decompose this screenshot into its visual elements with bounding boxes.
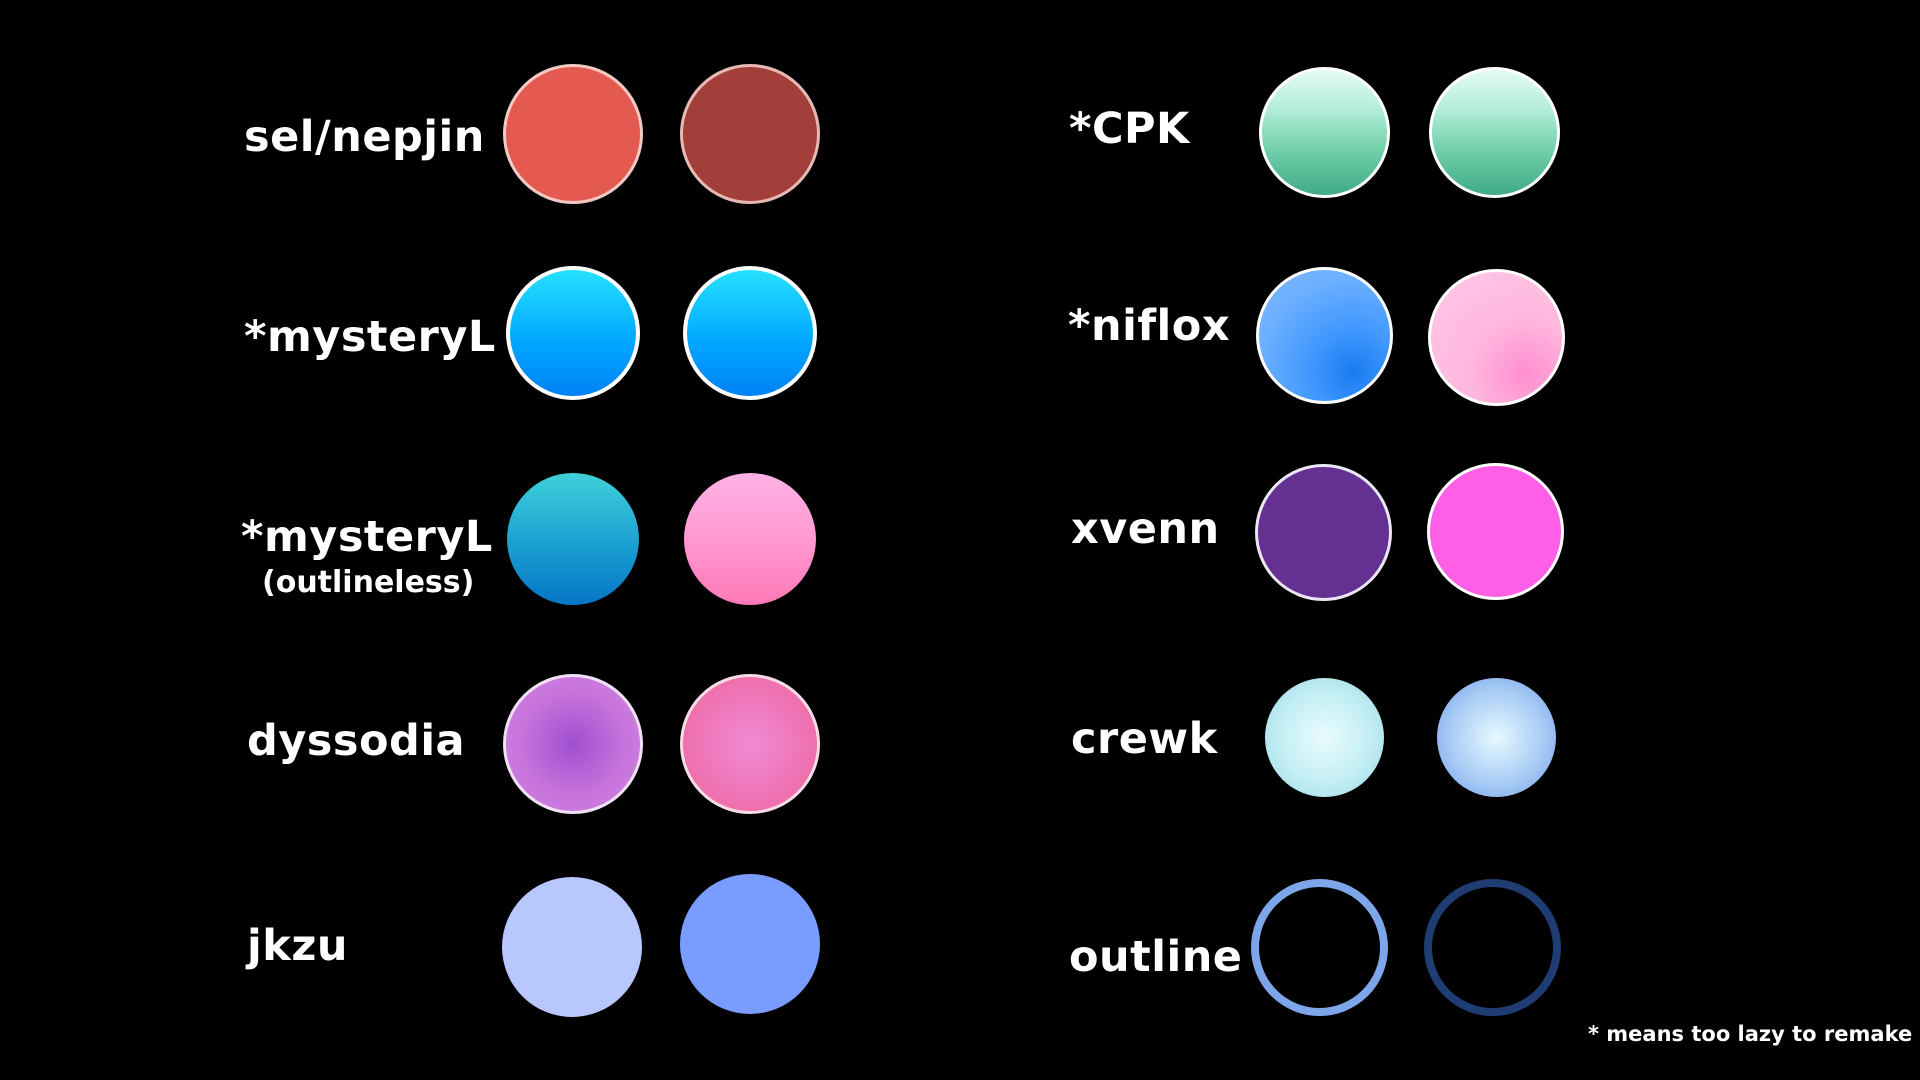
swatch-jkzu-1 xyxy=(502,877,642,1017)
swatch-mysteryl-outlineless-1 xyxy=(507,473,639,605)
label-crewk: crewk xyxy=(1071,714,1218,764)
swatch-cpk-1 xyxy=(1259,67,1390,198)
label-niflox: *niflox xyxy=(1068,301,1231,351)
swatch-crewk-2 xyxy=(1437,678,1556,797)
swatch-dyssodia-2 xyxy=(680,674,820,814)
label-mysteryl-outlineless: *mysteryL xyxy=(241,512,493,562)
swatch-dyssodia-1 xyxy=(503,674,643,814)
swatch-mysteryl-2 xyxy=(683,266,817,400)
swatch-crewk-1 xyxy=(1265,678,1384,797)
label-xvenn: xvenn xyxy=(1071,504,1220,554)
swatch-sel-nepjin-2 xyxy=(680,64,820,204)
swatch-sel-nepjin-1 xyxy=(503,64,643,204)
swatch-niflox-2 xyxy=(1428,269,1565,406)
label-jkzu: jkzu xyxy=(247,921,348,971)
label-sel-nepjin: sel/nepjin xyxy=(244,112,485,162)
swatch-outline-2 xyxy=(1424,879,1561,1016)
label-outline: outline xyxy=(1069,932,1243,982)
swatch-cpk-2 xyxy=(1429,67,1560,198)
footnote: * means too lazy to remake xyxy=(1588,1022,1913,1046)
swatch-outline-1 xyxy=(1251,879,1388,1016)
swatch-niflox-1 xyxy=(1256,267,1393,404)
label-dyssodia: dyssodia xyxy=(247,716,466,766)
swatch-xvenn-1 xyxy=(1255,464,1392,601)
swatch-mysteryl-outlineless-2 xyxy=(684,473,816,605)
label-cpk: *CPK xyxy=(1069,104,1190,154)
swatch-sheet: sel/nepjin *mysteryL *mysteryL (outlinel… xyxy=(0,0,1920,1080)
swatch-mysteryl-1 xyxy=(506,266,640,400)
swatch-jkzu-2 xyxy=(680,874,820,1014)
sublabel-outlineless: (outlineless) xyxy=(262,565,475,600)
label-mysteryl: *mysteryL xyxy=(244,312,496,362)
swatch-xvenn-2 xyxy=(1427,463,1564,600)
